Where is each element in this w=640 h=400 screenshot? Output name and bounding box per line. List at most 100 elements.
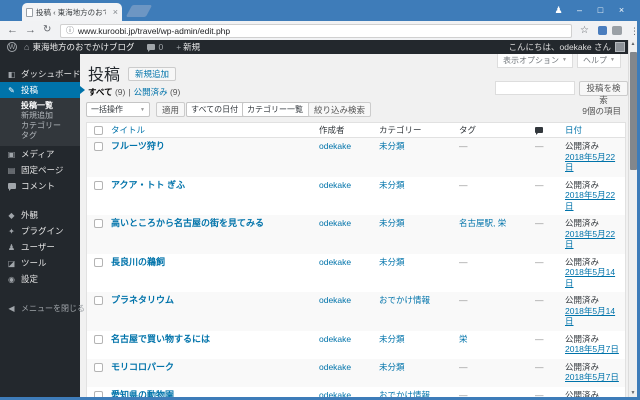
- sidebar-item-pages[interactable]: ▤ 固定ページ: [0, 162, 80, 178]
- author-link[interactable]: odekake: [319, 141, 351, 151]
- date-link[interactable]: 2018年5月22日: [565, 229, 621, 250]
- extension-icon[interactable]: [612, 26, 622, 35]
- browser-tab[interactable]: 投稿 ‹ 東海地方のおでかけ ×: [22, 3, 122, 21]
- site-info-icon[interactable]: ⓘ: [66, 25, 74, 36]
- column-header-date[interactable]: 日付: [563, 124, 625, 136]
- bookmark-star-icon[interactable]: ☆: [580, 24, 589, 38]
- plugins-icon: ✦: [8, 226, 15, 236]
- author-link[interactable]: odekake: [319, 390, 351, 398]
- sidebar-item-dashboard[interactable]: ◧ ダッシュボード: [0, 66, 81, 82]
- search-input[interactable]: [495, 81, 575, 95]
- row-checkbox[interactable]: [93, 334, 103, 344]
- wordpress-logo-icon[interactable]: W: [7, 42, 17, 52]
- sidebar-item-settings[interactable]: ◉ 設定: [0, 271, 80, 287]
- sidebar-subitem-all-posts[interactable]: 投稿一覧: [0, 101, 80, 111]
- author-link[interactable]: odekake: [319, 295, 351, 305]
- author-link[interactable]: odekake: [319, 180, 351, 190]
- date-cell: 公開済み 2018年5月7日: [563, 362, 625, 383]
- category-link[interactable]: 未分類: [379, 218, 405, 228]
- sidebar-item-label: コメント: [21, 181, 56, 191]
- maximize-button[interactable]: □: [590, 5, 611, 15]
- sidebar-subitem-tags[interactable]: タグ: [0, 131, 80, 141]
- date-link[interactable]: 2018年5月14日: [565, 267, 621, 288]
- post-status: 公開済み: [565, 295, 600, 305]
- bulk-action-select[interactable]: 一括操作 ▼: [86, 102, 150, 117]
- address-bar[interactable]: ⓘ www.kuroobi.jp/travel/wp-admin/edit.ph…: [60, 23, 572, 38]
- sidebar-subitem-categories[interactable]: カテゴリー: [0, 121, 80, 131]
- url-text: www.kuroobi.jp/travel/wp-admin/edit.php: [78, 25, 231, 36]
- post-title-link[interactable]: プラネタリウム: [111, 295, 174, 305]
- scroll-down-icon[interactable]: ▼: [629, 390, 637, 396]
- page-scrollbar[interactable]: ▲ ▼: [628, 40, 637, 397]
- profile-icon[interactable]: ♟: [548, 5, 569, 16]
- admin-comments-link[interactable]: 0: [147, 42, 163, 52]
- help-button[interactable]: ヘルプ ▼: [577, 54, 621, 68]
- user-greeting[interactable]: こんにちは、odekake さん: [509, 41, 612, 53]
- sidebar-item-media[interactable]: ▣ メディア: [0, 146, 80, 162]
- post-title-link[interactable]: モリコロパーク: [111, 362, 174, 372]
- row-checkbox[interactable]: [93, 219, 103, 229]
- post-title-link[interactable]: 名古屋で買い物するには: [111, 334, 210, 344]
- filter-published-link[interactable]: 公開済み (9): [134, 87, 181, 97]
- close-button[interactable]: ×: [611, 5, 632, 15]
- date-link[interactable]: 2018年5月7日: [565, 344, 621, 355]
- sidebar-item-posts[interactable]: ✎ 投稿: [0, 82, 85, 98]
- post-title-link[interactable]: 高いところから名古屋の街を見てみる: [111, 218, 264, 228]
- date-link[interactable]: 2018年5月7日: [565, 372, 621, 383]
- screen-options-button[interactable]: 表示オプション ▼: [497, 54, 573, 68]
- author-link[interactable]: odekake: [319, 362, 351, 372]
- category-link[interactable]: 未分類: [379, 334, 405, 344]
- date-link[interactable]: 2018年5月14日: [565, 306, 621, 327]
- post-title-link[interactable]: 愛知県の動物園: [111, 390, 174, 398]
- scrollbar-thumb[interactable]: [630, 52, 637, 170]
- row-checkbox[interactable]: [93, 180, 103, 190]
- author-link[interactable]: odekake: [319, 218, 351, 228]
- avatar[interactable]: [615, 42, 625, 52]
- scroll-up-icon[interactable]: ▲: [629, 41, 637, 47]
- sidebar-item-plugins[interactable]: ✦ プラグイン: [0, 223, 80, 239]
- tab-close-icon[interactable]: ×: [113, 7, 118, 17]
- sidebar-item-appearance[interactable]: ◆ 外観: [0, 207, 80, 223]
- minimize-button[interactable]: –: [569, 5, 590, 15]
- row-checkbox[interactable]: [93, 296, 103, 306]
- site-name-link[interactable]: 東海地方のおでかけブログ: [32, 41, 134, 53]
- extension-icon[interactable]: [598, 26, 607, 35]
- sidebar-subitem-add-new[interactable]: 新規追加: [0, 111, 80, 121]
- post-status: 公開済み: [565, 361, 600, 372]
- tag-link[interactable]: 栄: [459, 334, 468, 344]
- date-link[interactable]: 2018年5月22日: [565, 190, 621, 211]
- post-title-link[interactable]: アクア・トト ぎふ: [111, 180, 185, 190]
- select-all-checkbox[interactable]: [93, 126, 103, 136]
- category-link[interactable]: 未分類: [379, 141, 405, 151]
- reload-icon[interactable]: ↻: [43, 23, 51, 37]
- column-header-title[interactable]: タイトル: [109, 124, 317, 136]
- category-link[interactable]: おでかけ情報: [379, 390, 430, 398]
- sidebar-item-comments[interactable]: コメント: [0, 178, 80, 194]
- category-filter-select[interactable]: カテゴリー一覧 ▼: [242, 102, 317, 117]
- new-tab-button[interactable]: [125, 5, 153, 17]
- category-link[interactable]: おでかけ情報: [379, 295, 430, 305]
- forward-icon[interactable]: →: [25, 23, 36, 37]
- post-title-link[interactable]: 長良川の鵜飼: [111, 257, 165, 267]
- category-link[interactable]: 未分類: [379, 257, 405, 267]
- filter-button[interactable]: 絞り込み検索: [308, 102, 372, 117]
- sidebar-item-users[interactable]: ♟ ユーザー: [0, 239, 80, 255]
- filter-all-link[interactable]: すべて (9): [88, 87, 125, 97]
- back-icon[interactable]: ←: [7, 23, 18, 37]
- row-checkbox[interactable]: [93, 362, 103, 372]
- apply-button[interactable]: 適用: [156, 102, 186, 117]
- new-content-link[interactable]: + 新規: [176, 41, 200, 53]
- row-checkbox[interactable]: [93, 257, 103, 267]
- sidebar-item-tools[interactable]: ◪ ツール: [0, 255, 80, 271]
- add-new-button[interactable]: 新規追加: [128, 67, 177, 81]
- date-link[interactable]: 2018年5月22日: [565, 152, 621, 173]
- author-link[interactable]: odekake: [319, 257, 351, 267]
- post-title-link[interactable]: フルーツ狩り: [111, 141, 165, 151]
- author-link[interactable]: odekake: [319, 334, 351, 344]
- sidebar-item-collapse[interactable]: ◀ メニューを閉じる: [0, 300, 85, 316]
- search-posts-button[interactable]: 投稿を検索: [579, 81, 628, 105]
- category-link[interactable]: 未分類: [379, 362, 405, 372]
- category-link[interactable]: 未分類: [379, 180, 405, 190]
- tag-link[interactable]: 名古屋駅, 栄: [459, 218, 506, 228]
- row-checkbox[interactable]: [93, 142, 103, 152]
